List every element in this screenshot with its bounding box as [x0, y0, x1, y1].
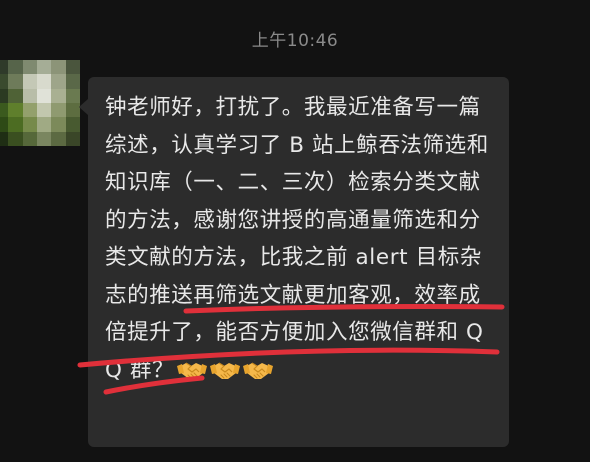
avatar-mosaic-tile — [0, 60, 9, 75]
avatar-mosaic-tile — [22, 88, 37, 103]
avatar-mosaic-tile — [36, 88, 52, 103]
avatar-mosaic-tile — [8, 88, 23, 103]
avatar-mosaic-tile — [36, 102, 52, 118]
avatar-mosaic-tile — [65, 60, 80, 75]
avatar-mosaic-tile — [22, 131, 37, 146]
avatar-mosaic-tile — [22, 60, 37, 75]
handshake-emoji-icon — [243, 357, 274, 381]
avatar-mosaic-tile — [51, 60, 66, 75]
avatar-mosaic-tile — [0, 74, 9, 89]
avatar-mosaic-tile — [36, 74, 52, 89]
avatar-mosaic-tile — [0, 131, 9, 146]
emoji-row — [174, 357, 274, 383]
avatar-mosaic-tile — [22, 117, 37, 132]
avatar-mosaic-tile — [0, 88, 9, 103]
avatar-mosaic-tile — [51, 88, 66, 103]
handshake-emoji-icon — [177, 357, 208, 381]
avatar-mosaic-tile — [8, 117, 23, 132]
avatar-mosaic-tile — [51, 102, 66, 118]
message-text: 钟老师好，打扰了。我最近准备写一篇综述，认真学习了 B 站上鲸吞法筛选和知识库（… — [105, 89, 493, 389]
avatar-mosaic-tile — [0, 117, 9, 132]
avatar-mosaic-tile — [51, 74, 66, 89]
avatar-mosaic-tile — [36, 131, 52, 146]
avatar-mosaic-tile — [36, 60, 52, 75]
avatar-mosaic-tile — [51, 131, 66, 146]
avatar-mosaic-tile — [22, 74, 37, 89]
avatar-mosaic-tile — [22, 102, 37, 118]
avatar-mosaic-tile — [0, 102, 9, 118]
message-body: 钟老师好，打扰了。我最近准备写一篇综述，认真学习了 B 站上鲸吞法筛选和知识库（… — [105, 95, 489, 383]
avatar-mosaic-tile — [51, 117, 66, 132]
avatar[interactable] — [0, 60, 80, 146]
avatar-mosaic-tile — [36, 117, 52, 132]
avatar-mosaic-tile — [8, 60, 23, 75]
timestamp: 上午10:46 — [251, 31, 339, 51]
avatar-mosaic-tile — [8, 102, 23, 118]
avatar-mosaic-tile — [65, 117, 80, 132]
handshake-emoji-icon — [210, 357, 241, 381]
message-bubble[interactable]: 钟老师好，打扰了。我最近准备写一篇综述，认真学习了 B 站上鲸吞法筛选和知识库（… — [79, 77, 509, 447]
avatar-mosaic-tile — [65, 102, 80, 118]
avatar-mosaic-tile — [65, 88, 80, 103]
avatar-mosaic-tile — [8, 131, 23, 146]
avatar-mosaic-tile — [8, 74, 23, 89]
avatar-mosaic-tile — [65, 74, 80, 89]
avatar-mosaic-tile — [65, 131, 80, 146]
